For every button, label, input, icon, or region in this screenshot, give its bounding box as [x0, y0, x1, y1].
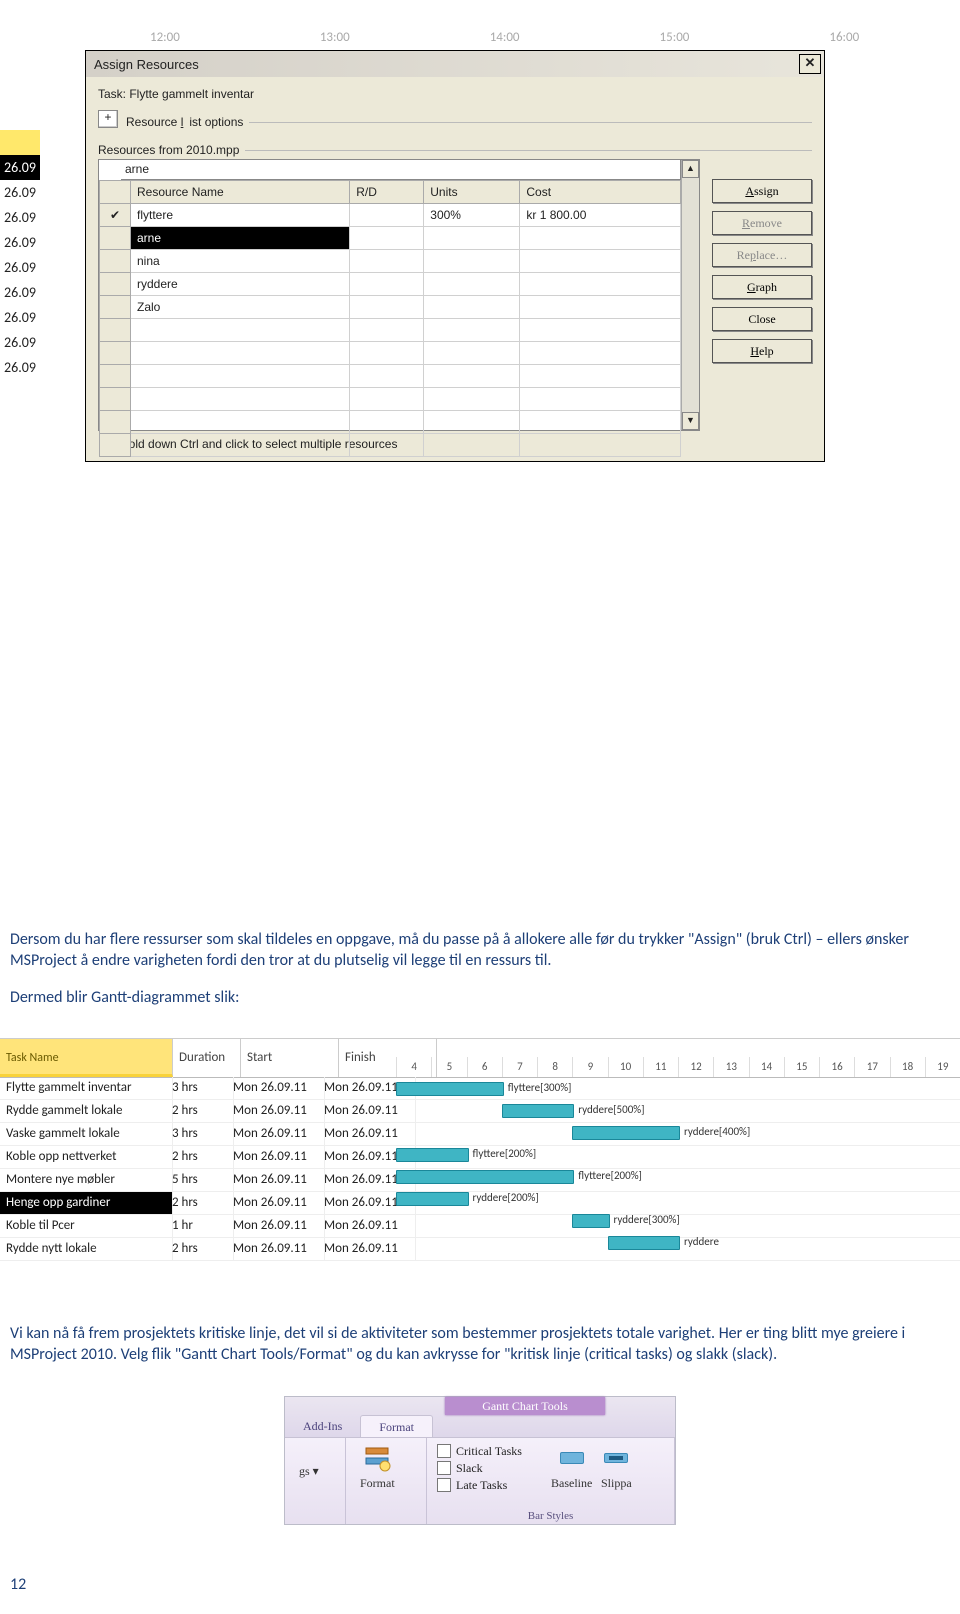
task-label: Task: Flytte gammelt inventar — [98, 87, 812, 101]
format-button[interactable]: Format — [360, 1442, 395, 1491]
dialog-title: Assign Resources — [94, 57, 199, 72]
expand-options-button[interactable]: + — [98, 110, 118, 128]
slippage-icon — [600, 1442, 632, 1474]
gantt-bar-label: ryddere[300%] — [614, 1213, 680, 1226]
baseline-button[interactable]: Baseline — [551, 1442, 592, 1495]
left-date-column: 26.09 26.0926.0926.0926.0926.0926.0926.0… — [0, 130, 40, 380]
table-row[interactable] — [100, 434, 681, 457]
slippage-button[interactable]: Slippa — [600, 1442, 632, 1495]
late-tasks-checkbox[interactable]: Late Tasks — [437, 1478, 547, 1493]
doc-paragraph: Dersom du har flere ressurser som skal t… — [10, 930, 950, 972]
gantt-bar[interactable] — [396, 1170, 574, 1184]
page-number: 12 — [10, 1575, 950, 1594]
remove-button[interactable]: Remove — [712, 211, 812, 235]
close-icon[interactable]: ✕ — [799, 54, 821, 74]
table-row[interactable] — [100, 388, 681, 411]
gantt-timescale: 45678910111213141516171819 — [396, 1057, 960, 1078]
scroll-down-icon[interactable]: ▼ — [682, 412, 699, 430]
context-tab-label: Gantt Chart Tools — [445, 1397, 605, 1415]
table-row[interactable]: nina — [100, 250, 681, 273]
scroll-up-icon[interactable]: ▲ — [682, 160, 699, 178]
tab-format[interactable]: Format — [360, 1415, 433, 1437]
col-start: Start — [241, 1039, 339, 1077]
options-label: Resource list options — [126, 115, 249, 129]
assign-resources-dialog: Assign Resources ✕ Task: Flytte gammelt … — [85, 50, 825, 462]
assign-button[interactable]: Assign — [712, 179, 812, 203]
gantt-bar[interactable] — [396, 1148, 469, 1162]
critical-tasks-checkbox[interactable]: Critical Tasks — [437, 1444, 547, 1459]
gantt-bar-label: ryddere — [684, 1235, 719, 1248]
gantt-bar-label: flyttere[200%] — [578, 1169, 642, 1182]
baseline-icon — [556, 1442, 588, 1474]
resource-edit-field[interactable]: arne — [121, 160, 681, 180]
gantt-bar[interactable] — [572, 1214, 609, 1228]
col-duration: Duration — [173, 1039, 241, 1077]
group-label: Bar Styles — [427, 1510, 674, 1522]
ribbon-toolbar: Gantt Chart Tools Add-Ins Format gs ▾ Fo… — [284, 1396, 676, 1525]
close-button[interactable]: Close — [712, 307, 812, 331]
gantt-bar[interactable] — [396, 1082, 504, 1096]
col-rd[interactable]: R/D — [350, 181, 424, 204]
left-dropdown-button[interactable]: gs ▾ — [299, 1442, 319, 1479]
table-row[interactable] — [100, 365, 681, 388]
table-row[interactable]: ✔flyttere300%kr 1 800.00 — [100, 204, 681, 227]
gantt-chart: Task Name Duration Start Finish 45678910… — [0, 1038, 960, 1264]
table-row[interactable]: Zalo — [100, 296, 681, 319]
col-task-name: Task Name — [0, 1039, 173, 1077]
scrollbar[interactable]: ▲ ▼ — [681, 160, 699, 430]
tab-addins[interactable]: Add-Ins — [285, 1415, 360, 1437]
gantt-column-headers: Task Name Duration Start Finish — [0, 1039, 437, 1078]
resources-from-label: Resources from 2010.mpp — [98, 143, 245, 157]
gantt-bar[interactable] — [396, 1192, 469, 1206]
gantt-bar-label: ryddere[200%] — [473, 1191, 539, 1204]
replace-button[interactable]: Replace… — [712, 243, 812, 267]
gantt-bar[interactable] — [502, 1104, 575, 1118]
col-cost[interactable]: Cost — [520, 181, 681, 204]
gantt-bar-label: ryddere[400%] — [684, 1125, 750, 1138]
table-row[interactable] — [100, 319, 681, 342]
gantt-bar[interactable] — [572, 1126, 680, 1140]
graph-button[interactable]: Graph — [712, 275, 812, 299]
resource-table: arne Resource NameR/DUnitsCost ✔flyttere… — [98, 159, 700, 431]
col-units[interactable]: Units — [424, 181, 520, 204]
slack-checkbox[interactable]: Slack — [437, 1461, 547, 1476]
doc-paragraph: Dermed blir Gantt-diagrammet slik: — [10, 988, 950, 1009]
background-times: 12:0013:0014:0015:0016:00 — [0, 0, 960, 45]
doc-paragraph: Vi kan nå få frem prosjektets kritiske l… — [10, 1324, 950, 1366]
gantt-bar-label: flyttere[300%] — [508, 1081, 572, 1094]
gantt-bar[interactable] — [608, 1236, 681, 1250]
help-button[interactable]: Help — [712, 339, 812, 363]
table-row[interactable] — [100, 411, 681, 434]
gantt-bar-label: ryddere[500%] — [578, 1103, 644, 1116]
gantt-bar-label: flyttere[200%] — [473, 1147, 537, 1160]
format-icon — [361, 1442, 393, 1474]
table-row[interactable]: arne — [100, 227, 681, 250]
table-row[interactable]: ryddere — [100, 273, 681, 296]
table-row[interactable] — [100, 342, 681, 365]
col-resource-name[interactable]: Resource Name — [131, 181, 350, 204]
